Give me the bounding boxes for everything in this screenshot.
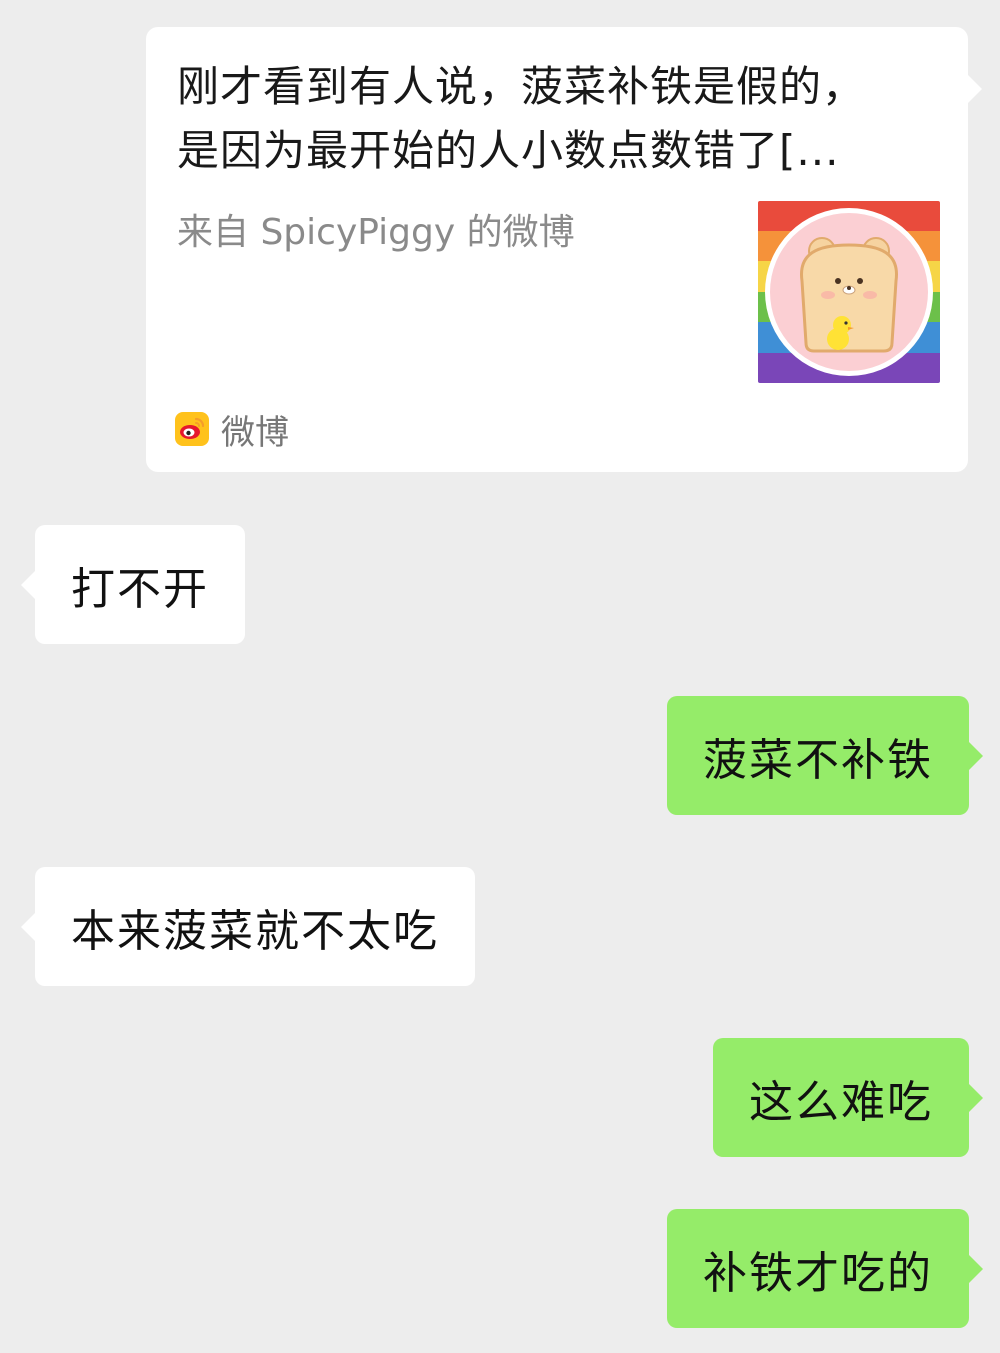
card-title: 刚才看到有人说，菠菜补铁是假的， 是因为最开始的人小数点数错了[... xyxy=(177,55,937,183)
message-text: 打不开 xyxy=(71,563,209,615)
shared-weibo-card[interactable]: 刚才看到有人说，菠菜补铁是假的， 是因为最开始的人小数点数错了[... 来自 S… xyxy=(146,27,982,472)
card-app-label: 微博 xyxy=(221,412,289,453)
card-footer: 微博 xyxy=(175,407,289,453)
card-title-line-2: 是因为最开始的人小数点数错了[... xyxy=(177,126,840,175)
weibo-logo-icon xyxy=(175,412,209,446)
message-text: 这么难吃 xyxy=(749,1076,933,1128)
card-title-line-1: 刚才看到有人说，菠菜补铁是假的， xyxy=(177,62,866,111)
message-text: 补铁才吃的 xyxy=(703,1247,933,1299)
message-text: 本来菠菜就不太吃 xyxy=(71,905,439,957)
outgoing-message-bubble[interactable]: 这么难吃 xyxy=(713,1038,983,1157)
incoming-message-bubble[interactable]: 本来菠菜就不太吃 xyxy=(21,867,475,986)
bear-toast-thumbnail-icon xyxy=(758,201,940,383)
outgoing-message-bubble[interactable]: 补铁才吃的 xyxy=(667,1209,983,1328)
outgoing-message-bubble[interactable]: 菠菜不补铁 xyxy=(667,696,983,815)
message-text: 菠菜不补铁 xyxy=(703,734,933,786)
incoming-message-bubble[interactable]: 打不开 xyxy=(21,525,245,644)
card-source: 来自 SpicyPiggy 的微博 xyxy=(177,212,575,253)
card-thumbnail xyxy=(758,201,940,383)
